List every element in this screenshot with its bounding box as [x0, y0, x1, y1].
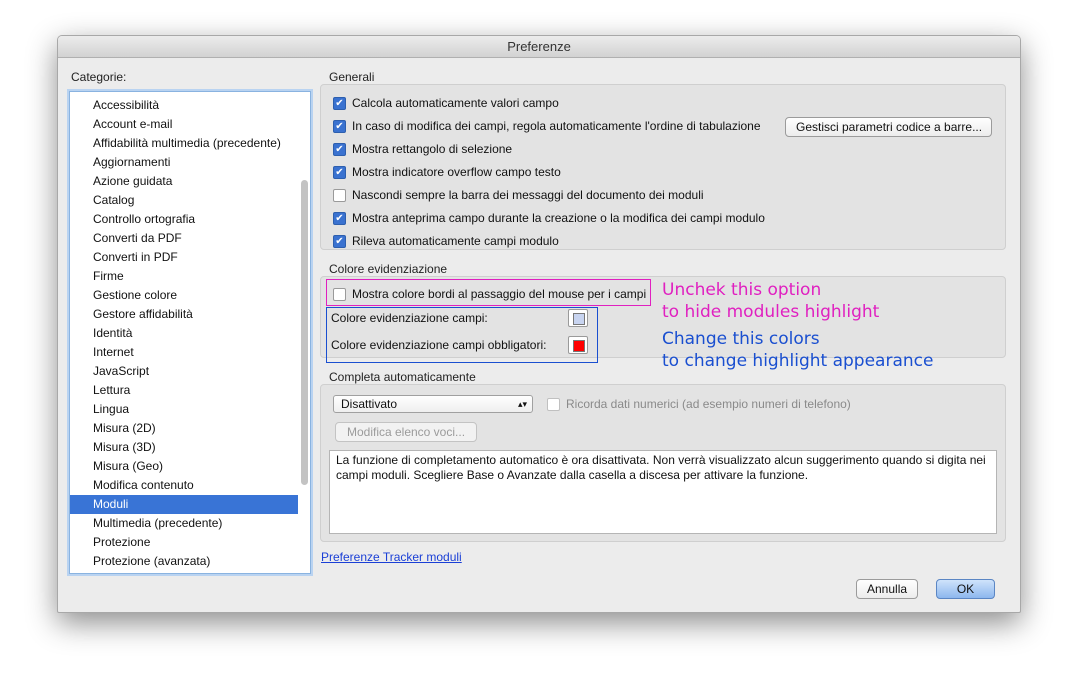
sidebar-item[interactable]: JavaScript	[70, 362, 298, 381]
sidebar-item[interactable]: Misura (3D)	[70, 438, 298, 457]
sidebar-item[interactable]: Affidabilità multimedia (precedente)	[70, 134, 298, 153]
sidebar-item[interactable]: Account e-mail	[70, 115, 298, 134]
sidebar-item[interactable]: Converti in PDF	[70, 248, 298, 267]
autocomplete-group: Disattivato ▴▾ Ricorda dati numerici (ad…	[320, 384, 1006, 542]
sidebar-item[interactable]: Gestore affidabilità	[70, 305, 298, 324]
sidebar-item[interactable]: Moduli	[70, 495, 298, 514]
checkbox[interactable]	[547, 397, 560, 411]
categories-items: Accessibilità Account e-mail Affidabilità …	[70, 96, 298, 571]
option-auto-calculate[interactable]: ✔ Calcola automaticamente valori campo	[333, 94, 559, 112]
option-show-selection-rect[interactable]: ✔ Mostra rettangolo di selezione	[333, 140, 512, 158]
general-section-title: Generali	[329, 70, 375, 84]
sidebar-item[interactable]: Modifica contenuto	[70, 476, 298, 495]
annotation-uncheck-line2: to hide modules highlight	[662, 302, 880, 322]
sidebar-item[interactable]: Lettura	[70, 381, 298, 400]
select-value: Disattivato	[341, 397, 398, 411]
sidebar-item[interactable]: Azione guidata	[70, 172, 298, 191]
option-label: In caso di modifica dei campi, regola au…	[352, 119, 761, 133]
edit-entries-button[interactable]: Modifica elenco voci...	[335, 422, 477, 442]
option-overflow-indicator[interactable]: ✔ Mostra indicatore overflow campo testo	[333, 163, 561, 181]
option-label: Rileva automaticamente campi modulo	[352, 234, 559, 248]
option-label: Mostra indicatore overflow campo testo	[352, 165, 561, 179]
option-field-preview[interactable]: ✔ Mostra anteprima campo durante la creaz…	[333, 209, 765, 227]
checkbox[interactable]: ✔	[333, 142, 346, 156]
option-label: Mostra anteprima campo durante la creazi…	[352, 211, 765, 225]
option-label: Mostra rettangolo di selezione	[352, 142, 513, 156]
preferences-dialog: Preferenze Categorie: Accessibilità Accou…	[57, 35, 1021, 613]
window-title: Preferenze	[58, 36, 1020, 58]
sidebar-item[interactable]: Converti da PDF	[70, 229, 298, 248]
annotation-change-line2: to change highlight appearance	[662, 351, 934, 371]
option-auto-detect-fields[interactable]: ✔ Rileva automaticamente campi modulo	[333, 232, 559, 250]
sidebar-item[interactable]: Misura (2D)	[70, 419, 298, 438]
sidebar-item[interactable]: Accessibilità	[70, 96, 298, 115]
annotation-uncheck-line1: Unchek this option	[662, 280, 822, 300]
sidebar-item[interactable]: Gestione colore	[70, 286, 298, 305]
sidebar-item[interactable]: Lingua	[70, 400, 298, 419]
option-remember-numeric[interactable]: Ricorda dati numerici (ad esempio numeri…	[547, 395, 851, 413]
categories-list[interactable]: Accessibilità Account e-mail Affidabilità …	[69, 91, 311, 574]
ok-button[interactable]: OK	[936, 579, 995, 599]
tracker-preferences-link-wrap: Preferenze Tracker moduli	[321, 550, 462, 564]
sidebar-item[interactable]: Catalog	[70, 191, 298, 210]
checkbox[interactable]: ✔	[333, 234, 346, 248]
sidebar-item[interactable]: Internet	[70, 343, 298, 362]
checkbox[interactable]: ✔	[333, 165, 346, 179]
sidebar-item[interactable]: Controllo ortografia	[70, 210, 298, 229]
sidebar-item[interactable]: Firme	[70, 267, 298, 286]
sidebar-item[interactable]: Protezione (avanzata)	[70, 552, 298, 571]
option-auto-tab-order[interactable]: ✔ In caso di modifica dei campi, regola a…	[333, 117, 761, 135]
updown-arrows-icon: ▴▾	[517, 399, 527, 409]
barcode-parameters-button[interactable]: Gestisci parametri codice a barre...	[785, 117, 992, 137]
highlight-section-title: Colore evidenziazione	[329, 262, 448, 276]
checkbox[interactable]: ✔	[333, 119, 346, 133]
categories-label: Categorie:	[71, 70, 127, 84]
cancel-button[interactable]: Annulla	[856, 579, 918, 599]
sidebar-item[interactable]: Misura (Geo)	[70, 457, 298, 476]
option-hide-message-bar[interactable]: Nascondi sempre la barra dei messaggi de…	[333, 186, 704, 204]
annotation-highlight-box-option	[326, 279, 651, 306]
option-label: Nascondi sempre la barra dei messaggi de…	[352, 188, 704, 202]
sidebar-item[interactable]: Aggiornamenti	[70, 153, 298, 172]
general-group: ✔ Calcola automaticamente valori campo ✔ I…	[320, 84, 1006, 250]
tracker-preferences-link[interactable]: Preferenze Tracker moduli	[321, 550, 462, 564]
option-label: Calcola automaticamente valori campo	[352, 96, 559, 110]
sidebar-item[interactable]: Identità	[70, 324, 298, 343]
categories-scrollbar[interactable]	[301, 180, 308, 485]
sidebar-item[interactable]: Protezione	[70, 533, 298, 552]
autocomplete-select[interactable]: Disattivato ▴▾	[333, 395, 533, 413]
option-label: Ricorda dati numerici (ad esempio numeri…	[566, 397, 851, 411]
annotation-change-line1: Change this colors	[662, 329, 820, 349]
annotation-highlight-box-colors	[326, 307, 598, 363]
checkbox[interactable]: ✔	[333, 211, 346, 225]
checkbox[interactable]: ✔	[333, 96, 346, 110]
autocomplete-description: La funzione di completamento automatico …	[329, 450, 997, 534]
checkbox[interactable]	[333, 188, 346, 202]
autocomplete-section-title: Completa automaticamente	[329, 370, 476, 384]
sidebar-item[interactable]: Multimedia (precedente)	[70, 514, 298, 533]
